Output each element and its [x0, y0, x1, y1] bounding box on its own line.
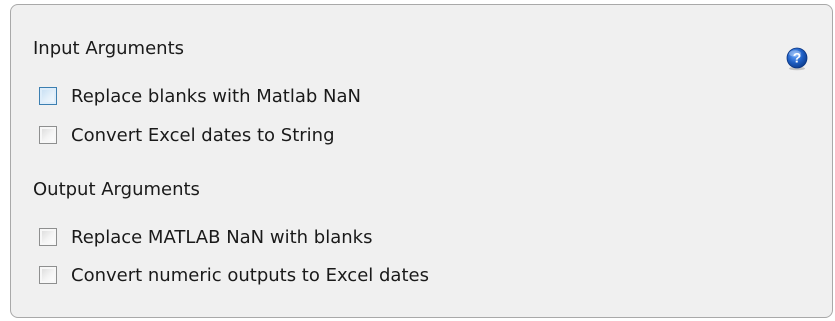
- help-icon-glyph: ?: [793, 50, 802, 66]
- convert-excel-dates-option[interactable]: Convert Excel dates to String: [39, 123, 335, 147]
- replace-nan-label[interactable]: Replace MATLAB NaN with blanks: [71, 227, 372, 248]
- replace-nan-option[interactable]: Replace MATLAB NaN with blanks: [39, 225, 372, 249]
- convert-excel-dates-label[interactable]: Convert Excel dates to String: [71, 125, 335, 146]
- convert-numeric-checkbox[interactable]: [39, 266, 57, 284]
- input-arguments-heading: Input Arguments: [33, 38, 185, 59]
- help-icon[interactable]: ?: [785, 47, 809, 71]
- convert-numeric-option[interactable]: Convert numeric outputs to Excel dates: [39, 263, 429, 287]
- replace-blanks-label[interactable]: Replace blanks with Matlab NaN: [71, 86, 361, 107]
- replace-blanks-option[interactable]: Replace blanks with Matlab NaN: [39, 84, 361, 108]
- output-arguments-heading: Output Arguments: [33, 179, 200, 200]
- convert-numeric-label[interactable]: Convert numeric outputs to Excel dates: [71, 265, 429, 286]
- replace-nan-checkbox[interactable]: [39, 228, 57, 246]
- convert-excel-dates-checkbox[interactable]: [39, 126, 57, 144]
- replace-blanks-checkbox[interactable]: [39, 87, 57, 105]
- arguments-panel: Input Arguments Replace blanks with Matl…: [10, 4, 833, 318]
